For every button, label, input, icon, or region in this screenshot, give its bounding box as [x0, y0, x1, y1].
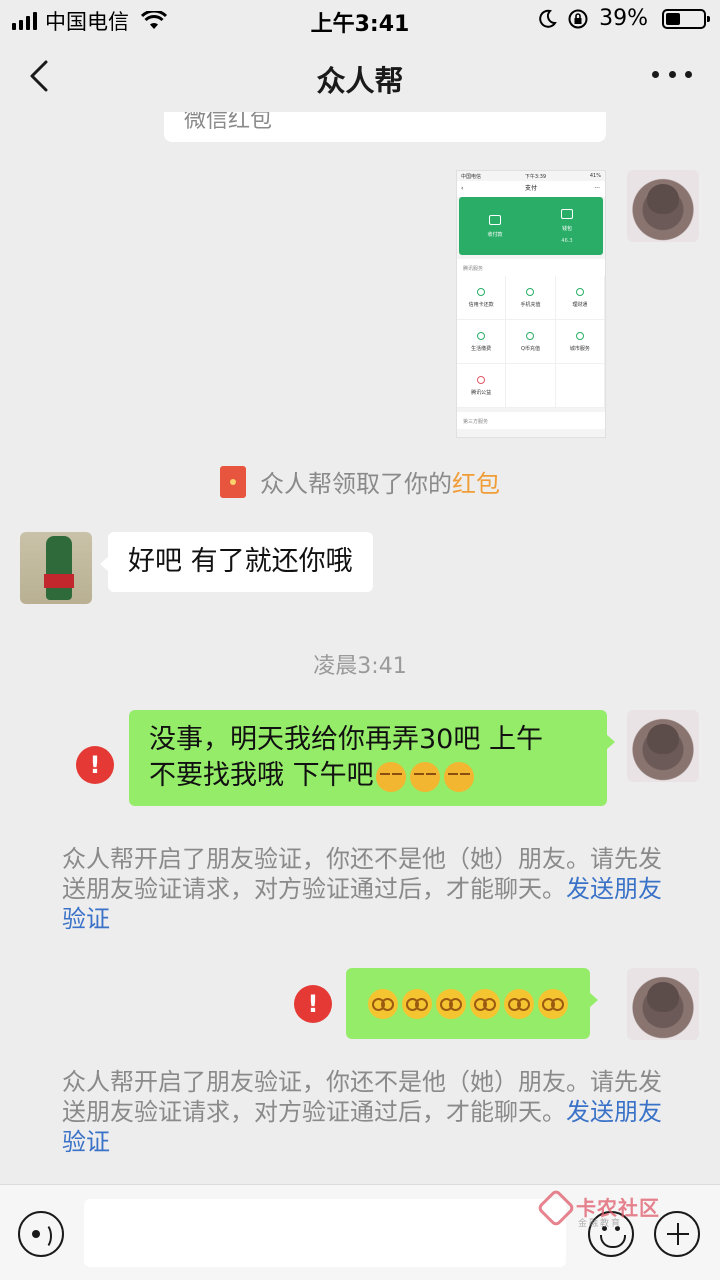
preview-section-third: 第三方服务 — [457, 412, 605, 429]
error-icon[interactable]: ! — [294, 985, 332, 1023]
image-message[interactable]: 中国电信 下午3:39 41% ‹ 支付 ··· 收付款 钱包 46.3 腾讯服务… — [456, 170, 606, 438]
chat-title: 众人帮 — [316, 64, 404, 98]
my-avatar[interactable] — [627, 710, 699, 782]
dizzy-emoji-icon — [368, 988, 398, 1019]
dizzy-emoji-icon — [436, 988, 466, 1019]
red-packet-link[interactable]: 红包 — [452, 470, 500, 498]
time-divider: 凌晨3:41 — [313, 654, 407, 679]
moon-icon — [539, 9, 557, 28]
status-bar: 中国电信 上午3:41 39% — [0, 0, 720, 40]
dizzy-emoji-icon — [504, 988, 534, 1019]
watermark-logo-icon — [536, 1188, 576, 1228]
friend-verify-notice: 众人帮开启了朋友验证，你还不是他（她）朋友。请先发送朋友验证请求，对方验证通过后… — [62, 1068, 662, 1156]
my-avatar[interactable] — [627, 170, 699, 242]
more-dots-icon[interactable] — [652, 62, 692, 86]
status-right: 39% — [537, 6, 710, 31]
preview-section-tencent: 腾讯服务 — [457, 259, 605, 276]
dizzy-emoji-icon — [402, 988, 432, 1019]
sent-message-line2: 不要找我哦 下午吧 — [149, 758, 587, 794]
sent-message-line1: 没事，明天我给你再弄30吧 上午 — [149, 724, 543, 755]
voice-icon[interactable] — [18, 1211, 64, 1257]
preview-grid: 信用卡还款 手机充值 理财通 生活缴费 Q币充值 城市服务 腾讯公益 — [457, 276, 605, 408]
red-packet-notice: 众人帮领取了你的红包 — [0, 464, 720, 501]
contact-avatar[interactable] — [20, 532, 92, 604]
watermark: 卡农社区 金融教育 — [536, 1188, 680, 1230]
watermark-sub: 金融教育 — [578, 1219, 623, 1229]
message-input[interactable] — [84, 1199, 566, 1267]
yawn-emoji-icon — [443, 761, 474, 792]
friend-verify-notice: 众人帮开启了朋友验证，你还不是他（她）朋友。请先发送朋友验证请求，对方验证通过后… — [62, 845, 662, 933]
battery-icon — [662, 8, 710, 29]
preview-title: ‹ 支付 ··· — [457, 181, 605, 197]
chat-area[interactable]: 微信红包 中国电信 下午3:39 41% ‹ 支付 ··· 收付款 钱包 46.3… — [0, 112, 720, 1184]
red-packet-card[interactable]: 微信红包 — [164, 112, 606, 142]
sent-emoji-message[interactable] — [346, 968, 598, 1039]
error-icon[interactable]: ! — [76, 746, 114, 784]
red-packet-icon — [220, 466, 246, 498]
battery-fill — [666, 12, 680, 25]
yawn-emoji-icon — [375, 761, 406, 792]
red-packet-card-label: 微信红包 — [184, 112, 273, 133]
received-message[interactable]: 好吧 有了就还你哦 — [100, 532, 373, 592]
dizzy-emoji-icon — [470, 988, 500, 1019]
rotation-lock-icon — [568, 9, 588, 28]
nav-bar: 众人帮 — [0, 40, 720, 112]
preview-pay-panel: 收付款 钱包 46.3 — [459, 197, 603, 255]
sent-message[interactable]: 没事，明天我给你再弄30吧 上午 不要找我哦 下午吧 — [129, 710, 615, 806]
battery-percent: 39% — [599, 6, 648, 31]
preview-status: 中国电信 下午3:39 41% — [461, 173, 601, 180]
dizzy-emoji-icon — [538, 988, 568, 1019]
my-avatar[interactable] — [627, 968, 699, 1040]
yawn-emoji-icon — [409, 761, 440, 792]
